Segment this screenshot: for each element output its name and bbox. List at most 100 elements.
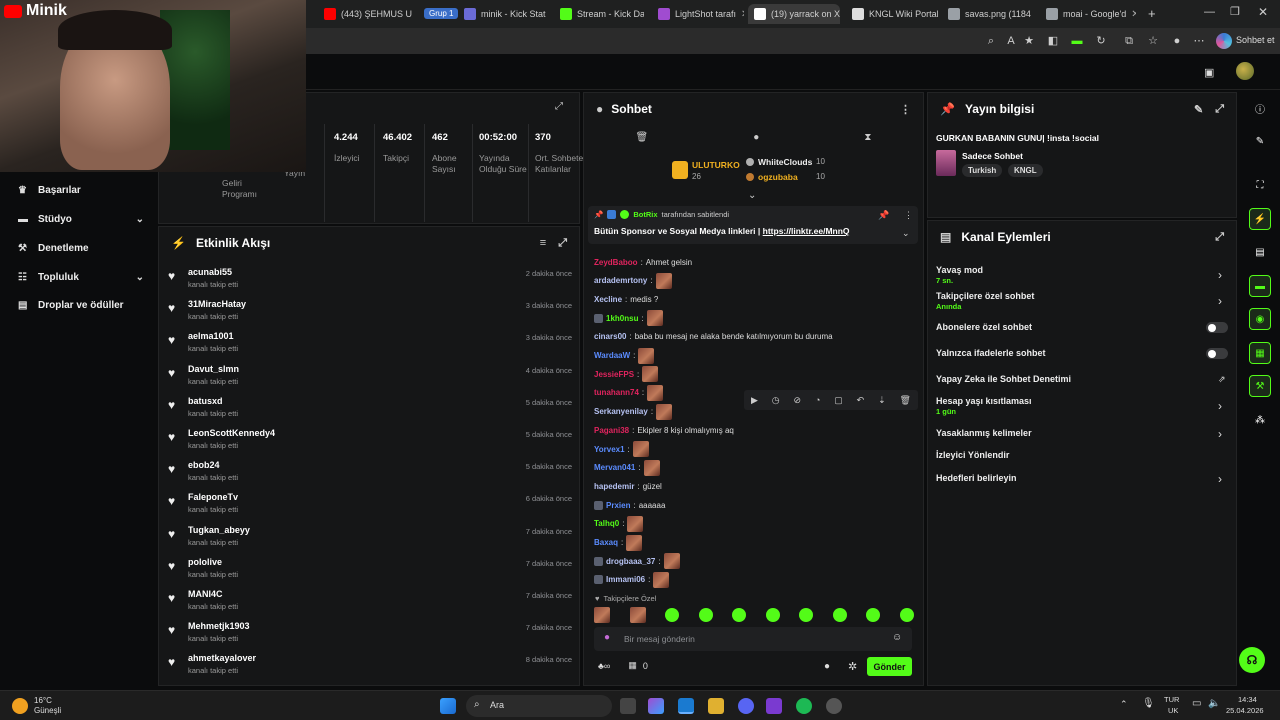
popout-icon[interactable]: ⤢ [558,237,567,250]
undo-icon[interactable]: ↶ [857,395,865,406]
minimize-icon[interactable]: — [1204,6,1215,18]
sidebar-item[interactable]: ⚒ Denetleme [18,238,144,258]
discord-icon[interactable] [738,698,754,714]
sidebar-item[interactable]: ☷ Topluluk ⌄ [18,267,144,287]
tab-group-label[interactable]: Grup 1 [424,8,459,19]
new-tab-icon[interactable]: + [1148,6,1156,21]
chat-username[interactable]: Prxien [606,501,630,510]
filter-icon[interactable]: ≡ [540,237,546,250]
user-avatar[interactable] [1236,62,1254,80]
follower-name[interactable]: pololive [188,557,222,567]
chat-username[interactable]: Baxaq [594,538,618,547]
chevron-down-icon[interactable]: ⌄ [136,214,144,225]
toggle-switch[interactable] [1206,348,1228,359]
tray-chevron-icon[interactable]: ⌃ [1120,699,1128,710]
sidebar-item[interactable]: ♛ Başarılar [18,180,144,200]
browser-tab[interactable]: minik - Kick Stat✕ [458,4,548,24]
chevron-right-icon[interactable]: › [1218,399,1222,413]
spotify-icon[interactable] [796,698,812,714]
shortcut-icon[interactable]: ⁂ [1249,409,1271,431]
channel-action-item[interactable]: Yavaş mod 7 sn. [936,265,983,285]
emote-icon[interactable] [899,608,914,622]
clock-date[interactable]: 25.04.2026 [1226,706,1264,715]
pinned-link[interactable]: https://linktr.ee/MnnQ [763,226,850,236]
chat-username[interactable]: Yorvex1 [594,445,625,454]
sidebar-item[interactable]: ▬ Stüdyo ⌄ [18,209,144,229]
follower-name[interactable]: Davut_slmn [188,364,239,374]
profile-avatar-icon[interactable]: ● [1170,34,1184,48]
extensions-icon[interactable]: ⧉ [1122,34,1136,48]
more-menu-icon[interactable]: ⋯ [1192,34,1206,48]
chat-username[interactable]: Mervan041 [594,463,635,472]
follower-name[interactable]: 31MiracHatay [188,299,246,309]
task-view-icon[interactable] [620,698,636,714]
clock-time[interactable]: 14:34 [1238,695,1257,704]
stream-tag[interactable]: Turkish [962,164,1003,177]
follower-name[interactable]: LeonScottKennedy4 [188,428,275,438]
delete-icon[interactable]: ▢ [834,395,843,406]
chat-username[interactable]: JessieFPS [594,370,634,379]
channel-action-item[interactable]: İzleyici Yönlendir [936,450,1009,460]
browser-tab[interactable]: KNGL Wiki Portal✕ [846,4,938,24]
trash-icon[interactable]: 🗑 [636,132,649,143]
chevron-right-icon[interactable]: › [1218,268,1222,282]
chat-username[interactable]: hapedemir [594,482,634,491]
windows-start-icon[interactable] [440,698,456,714]
collapse-pinned-icon[interactable]: ⌄ [902,228,910,239]
chat-icon[interactable]: ▬ [1249,275,1271,297]
expand-leaderboard-icon[interactable]: ⌄ [748,190,756,201]
chat-mode-icon[interactable]: ● [753,132,759,143]
pin-message-icon[interactable]: ⇣ [878,395,886,406]
ban-icon[interactable]: ⊘ [794,395,802,406]
follower-name[interactable]: Tugkan_abeyy [188,525,250,535]
maximize-icon[interactable]: ❐ [1230,5,1240,18]
clip-icon[interactable]: ⛶ [1249,174,1271,196]
microphone-icon[interactable]: ● [604,632,610,643]
popout-icon[interactable]: ⤢ [555,101,563,112]
follower-name[interactable]: FaleponeTv [188,492,238,502]
hourglass-icon[interactable]: ⧗ [864,132,871,143]
channel-action-item[interactable]: Yalnızca ifadelerle sohbet [936,348,1046,358]
channel-action-item[interactable]: Takipçilere özel sohbet Anında [936,291,1034,311]
keyboard-layout[interactable]: UK [1168,706,1178,715]
emote-icon[interactable] [665,608,680,622]
tab-close-icon[interactable]: ✕ [1131,9,1136,20]
chat-button[interactable]: Sohbet et [1236,35,1275,45]
theater-mode-icon[interactable]: ▣ [1204,66,1214,79]
pinned-more-icon[interactable]: ⋮ [904,210,913,221]
follower-name[interactable]: acunabi55 [188,267,232,277]
sidebar-item[interactable]: ▤ Droplar ve ödüller [18,295,144,315]
chat-username[interactable]: Talhq0 [594,519,619,528]
taskbar-search[interactable]: ⌕ Ara [466,695,612,717]
emote-icon[interactable] [698,608,713,622]
follower-name[interactable]: aelma1001 [188,331,234,341]
kick-extension-icon[interactable]: ▬ [1070,34,1084,48]
channel-action-item[interactable]: Hesap yaşı kısıtlaması 1 gün [936,396,1032,416]
more-options-icon[interactable]: ⋮ [900,103,911,116]
browser-tab[interactable]: savas.png (1184✕ [942,4,1034,24]
browser-tab[interactable]: moai - Google'd ✕ [1040,4,1136,24]
zoom-icon[interactable]: ⌕ [984,34,998,48]
popout-icon[interactable]: ⤢ [1215,231,1224,244]
chat-username[interactable]: ZeydBaboo [594,258,638,267]
channel-action-item[interactable]: Hedefleri belirleyin [936,473,1017,483]
channel-action-item[interactable]: Yasaklanmış kelimeler [936,428,1032,438]
stream-tag[interactable]: KNGL [1008,164,1043,177]
chat-input[interactable]: ● Bir mesaj gönderin ☺ [594,627,912,651]
popout-icon[interactable]: ⤢ [1215,103,1224,116]
volume-icon[interactable]: 🔈 [1208,698,1220,709]
trash-icon[interactable]: 🗑 [900,395,911,406]
follower-name[interactable]: ebob24 [188,460,220,470]
chat-username[interactable]: Serkanyenilay [594,407,648,416]
channel-points-icon[interactable]: ♣∞ [598,661,610,671]
channel-action-item[interactable]: Abonelere özel sohbet [936,322,1032,332]
tab-close-icon[interactable]: ✕ [741,9,744,20]
copilot-icon[interactable] [1216,33,1232,49]
leader-name[interactable]: ogzubaba [758,172,798,182]
play-icon[interactable]: ▶ [751,395,758,406]
chat-username[interactable]: Pagani38 [594,426,629,435]
toggle-switch[interactable] [1206,322,1228,333]
emote-icon[interactable] [799,608,814,622]
chat-username[interactable]: ardademrtony [594,276,647,285]
browser-tab[interactable]: (443) ŞEHMUS U✕ [318,4,414,24]
